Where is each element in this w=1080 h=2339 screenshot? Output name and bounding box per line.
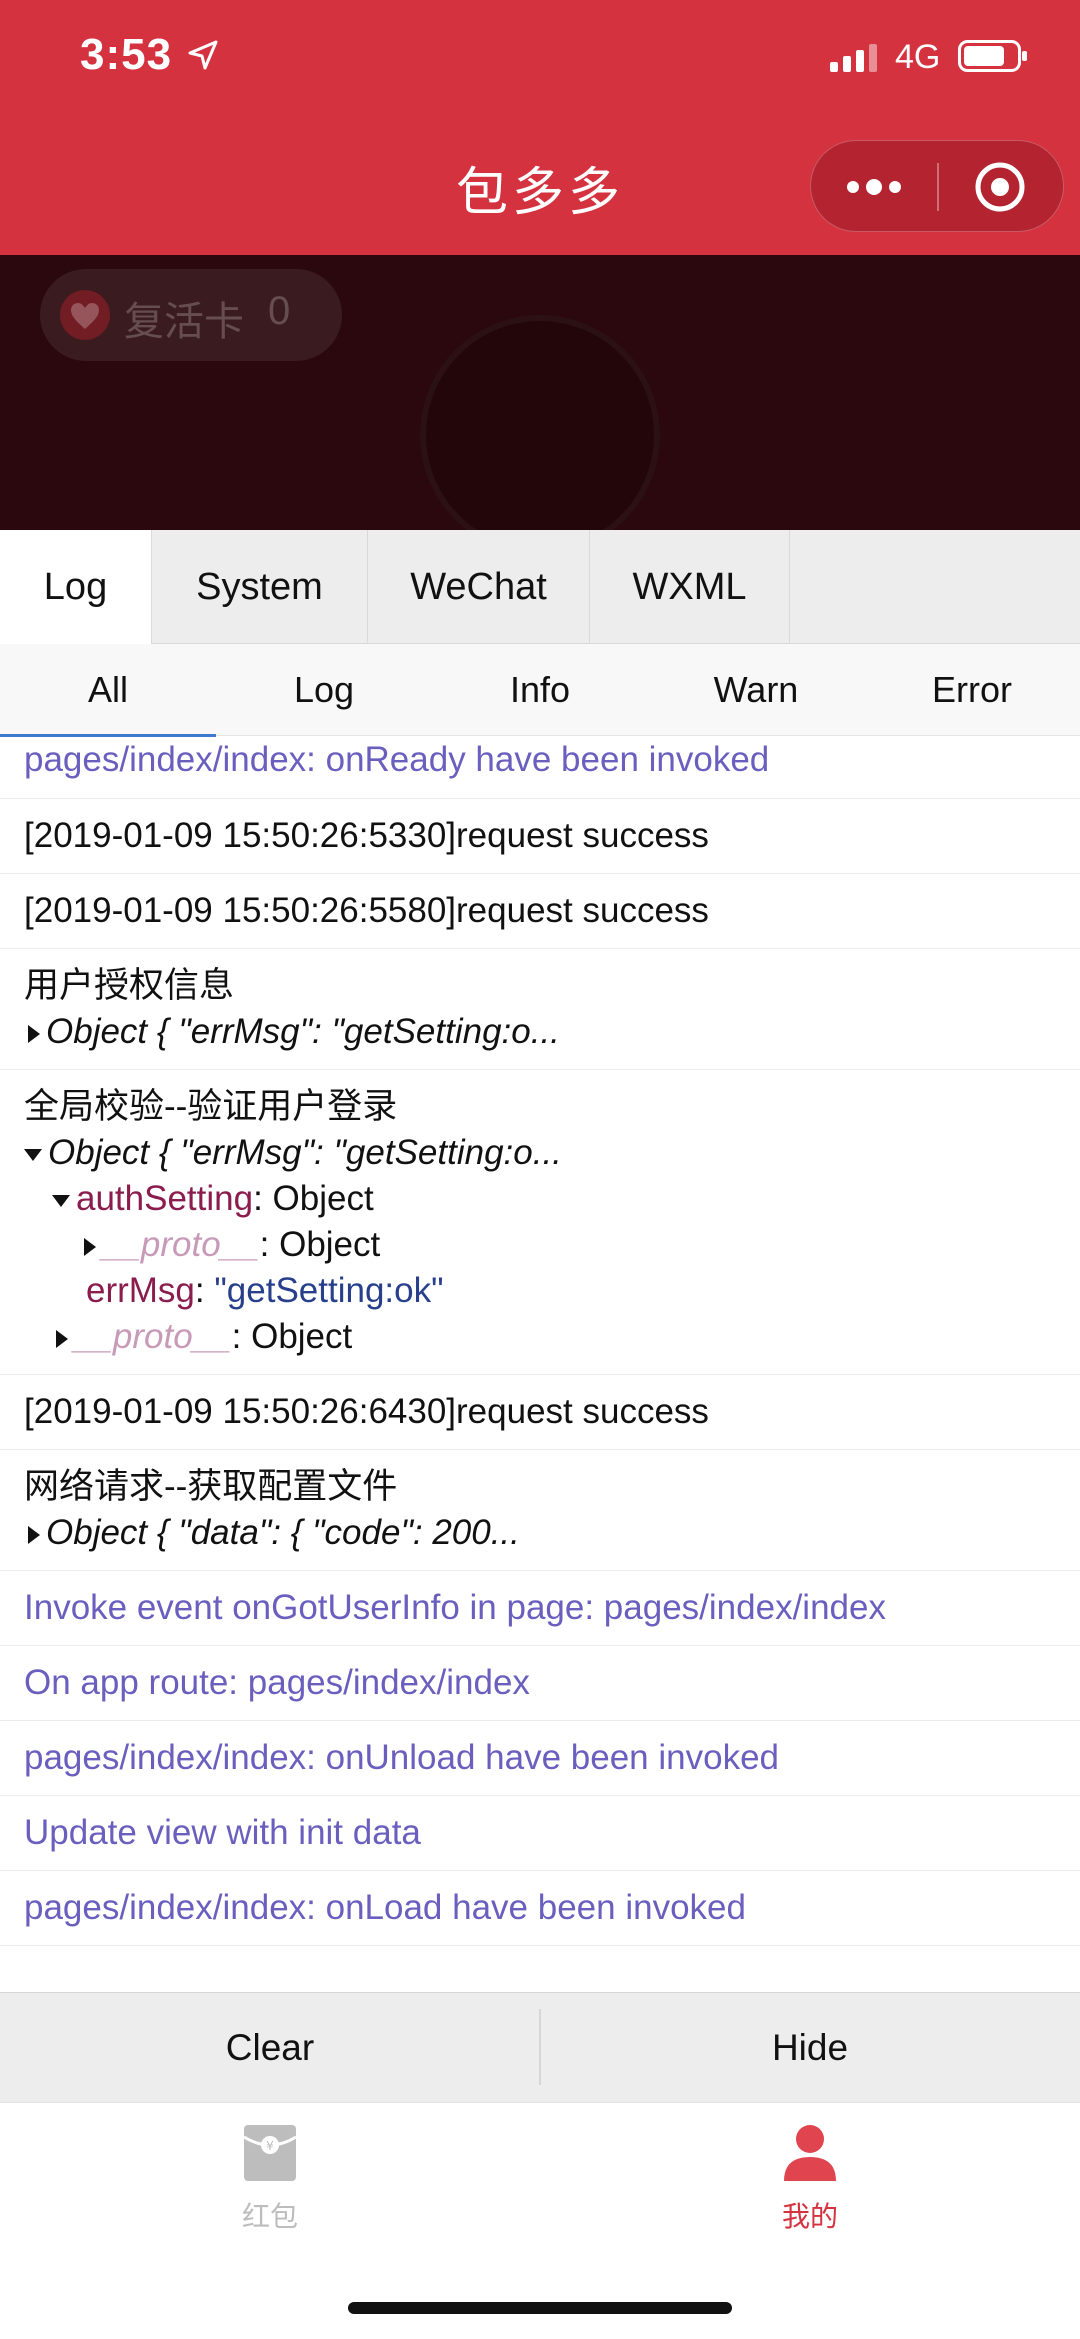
object-property-toggle[interactable]: __proto__: Object: [24, 1314, 1056, 1360]
exit-target-icon[interactable]: [939, 141, 1065, 233]
object-preview: Object { "errMsg": "getSetting:o...: [48, 1133, 562, 1172]
object-property: errMsg: "getSetting:ok": [86, 1271, 444, 1310]
revive-card-badge: 复活卡 0: [40, 269, 342, 361]
svg-text:¥: ¥: [266, 2139, 274, 2153]
log-entry: [2019-01-09 15:50:26:6430]request succes…: [0, 1375, 1080, 1450]
clear-button[interactable]: Clear: [0, 1993, 540, 2103]
log-entry: 全局校验--验证用户登录 Object { "errMsg": "getSett…: [0, 1070, 1080, 1375]
expand-arrow-icon: [56, 1329, 68, 1348]
filter-error[interactable]: Error: [864, 644, 1080, 736]
tab-red-packet[interactable]: ¥ 红包: [0, 2119, 540, 2259]
filter-info[interactable]: Info: [432, 644, 648, 736]
battery-icon: [958, 40, 1027, 72]
log-entry: [2019-01-09 15:50:26:5330]request succes…: [0, 799, 1080, 874]
log-entry: pages/index/index: onLoad have been invo…: [0, 1871, 1080, 1946]
log-filter-tabs: All Log Info Warn Error: [0, 644, 1080, 737]
log-entry: Update view with init data: [0, 1796, 1080, 1871]
red-packet-icon: ¥: [243, 2125, 297, 2181]
property-value: : Object: [259, 1225, 381, 1264]
property-key: errMsg: [86, 1271, 195, 1310]
expand-arrow-icon: [84, 1237, 96, 1256]
location-arrow-icon: [188, 40, 218, 70]
user-icon: [784, 2125, 836, 2181]
log-list[interactable]: pages/index/index: onReady have been inv…: [0, 737, 1080, 1997]
object-toggle[interactable]: Object { "data": { "code": 200...: [24, 1510, 1056, 1556]
log-entry: 网络请求--获取配置文件 Object { "data": { "code": …: [0, 1450, 1080, 1571]
tab-mine[interactable]: 我的: [540, 2119, 1080, 2259]
tab-wechat[interactable]: WeChat: [368, 530, 590, 644]
filter-warn[interactable]: Warn: [648, 644, 864, 736]
network-type: 4G: [895, 38, 941, 76]
log-entry-title: 全局校验--验证用户登录: [24, 1087, 398, 1126]
tab-label: 我的: [781, 2200, 838, 2233]
object-preview: Object { "data": { "code": 200...: [46, 1513, 520, 1552]
heart-icon: [60, 290, 110, 340]
log-entry-title: 用户授权信息: [24, 966, 235, 1005]
property-key: __proto__: [102, 1225, 260, 1264]
hide-button[interactable]: Hide: [540, 1993, 1080, 2103]
log-entry: On app route: pages/index/index: [0, 1646, 1080, 1721]
revive-card-count: 0: [268, 289, 291, 333]
tab-system[interactable]: System: [152, 530, 368, 644]
tab-label: 红包: [241, 2200, 298, 2233]
tab-wxml[interactable]: WXML: [590, 530, 790, 644]
object-toggle[interactable]: Object { "errMsg": "getSetting:o...: [24, 1130, 1056, 1176]
log-entry: pages/index/index: onUnload have been in…: [0, 1721, 1080, 1796]
revive-card-label: 复活卡: [124, 299, 244, 345]
collapse-arrow-icon: [24, 1148, 42, 1161]
log-entry: Invoke event onGotUserInfo in page: page…: [0, 1571, 1080, 1646]
mini-program-capsule: [810, 140, 1064, 232]
object-property-toggle[interactable]: authSetting: Object: [24, 1176, 1056, 1222]
property-value: "getSetting:ok": [214, 1271, 444, 1310]
property-key: authSetting: [76, 1179, 254, 1218]
log-entry: 用户授权信息 Object { "errMsg": "getSetting:o.…: [0, 949, 1080, 1070]
more-dots-icon[interactable]: [811, 141, 937, 233]
log-entry-title: 网络请求--获取配置文件: [24, 1467, 398, 1506]
signal-icon: [830, 44, 877, 72]
background-circle: [420, 315, 660, 530]
vconsole-panel: Log System WeChat WXML All Log Info Warn…: [0, 530, 1080, 2102]
property-key: __proto__: [74, 1317, 232, 1356]
page-background-dimmed: 复活卡 0: [0, 255, 1080, 530]
object-preview: Object { "errMsg": "getSetting:o...: [46, 1012, 560, 1051]
status-time: 3:53: [80, 30, 173, 79]
filter-log[interactable]: Log: [216, 644, 432, 736]
expand-arrow-icon: [28, 1525, 40, 1544]
log-entry: pages/index/index: onReady have been inv…: [0, 737, 1080, 799]
property-value: : Object: [253, 1179, 374, 1218]
object-property-toggle[interactable]: __proto__: Object: [24, 1222, 1056, 1268]
collapse-arrow-icon: [52, 1194, 70, 1207]
app-header: 3:53 4G 包多多: [0, 0, 1080, 255]
vconsole-toolbar: Clear Hide: [0, 1992, 1080, 2102]
home-indicator: [348, 2302, 732, 2314]
expand-arrow-icon: [28, 1024, 40, 1043]
object-toggle[interactable]: Object { "errMsg": "getSetting:o...: [24, 1009, 1056, 1055]
status-bar: 3:53 4G: [0, 0, 1080, 120]
filter-all[interactable]: All: [0, 644, 216, 737]
vconsole-tabs: Log System WeChat WXML: [0, 530, 1080, 645]
property-value: : Object: [231, 1317, 353, 1356]
log-entry: [2019-01-09 15:50:26:5580]request succes…: [0, 874, 1080, 949]
tab-log[interactable]: Log: [0, 530, 152, 645]
